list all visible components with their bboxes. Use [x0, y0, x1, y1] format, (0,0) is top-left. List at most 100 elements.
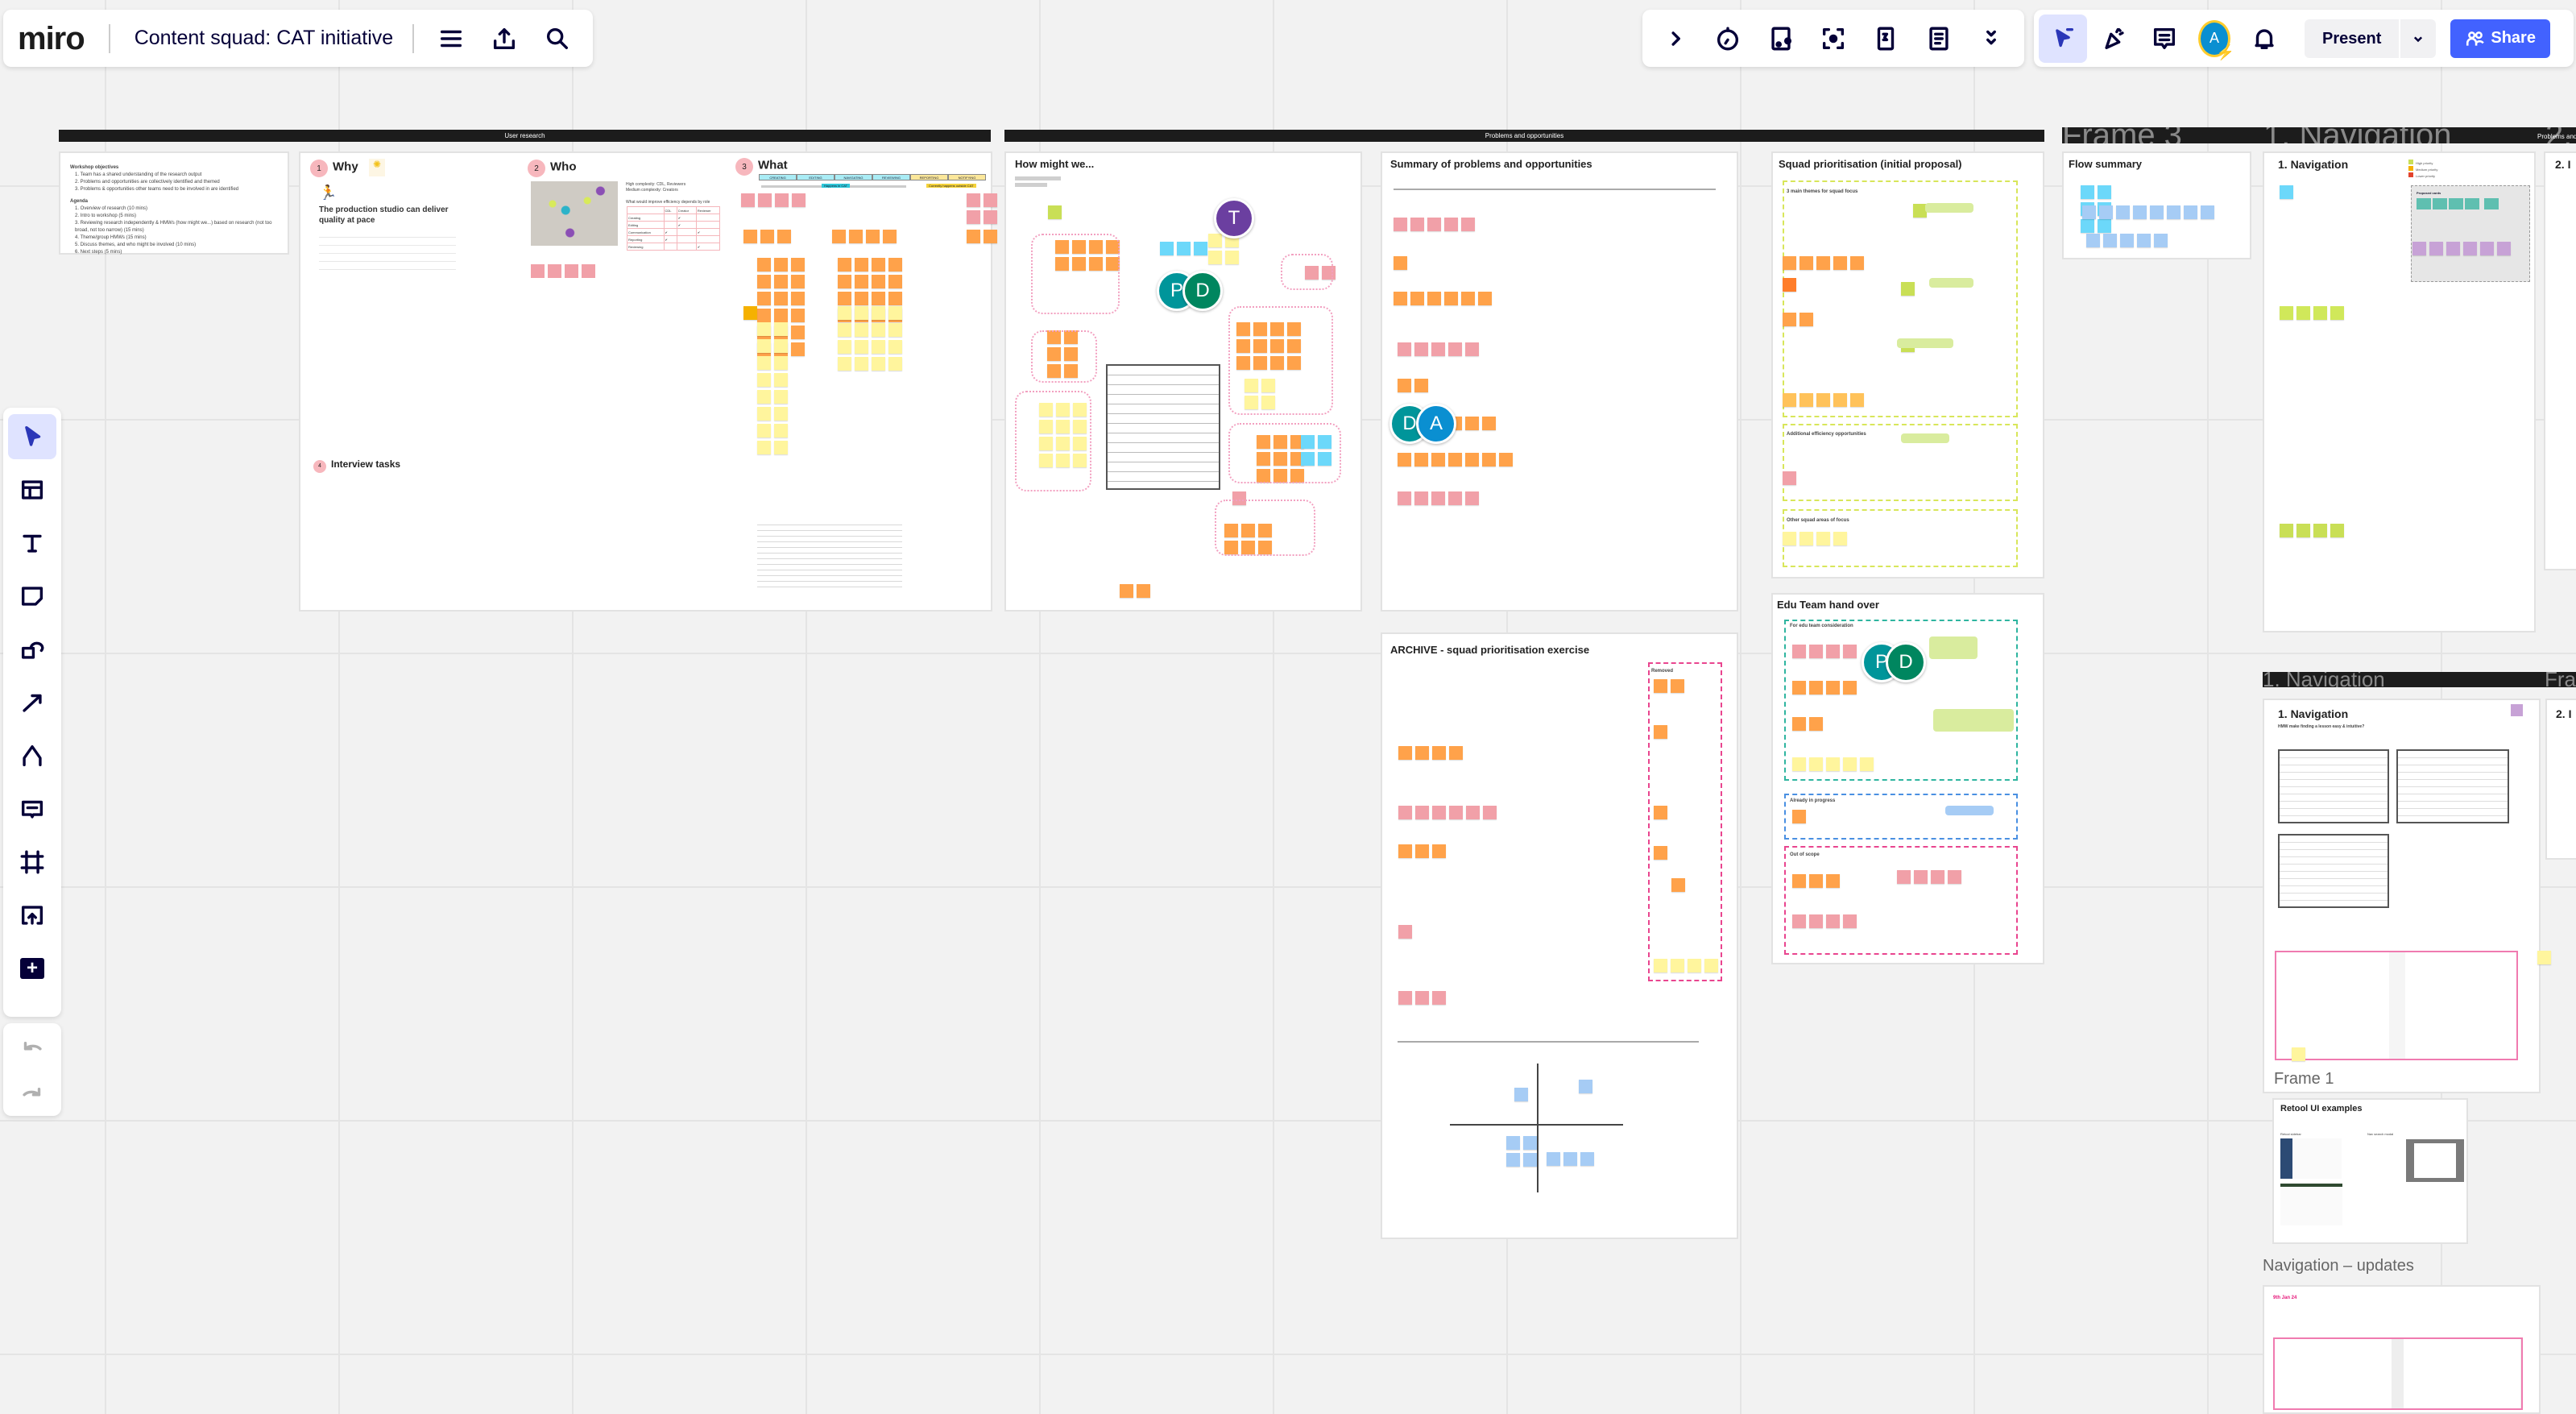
sticky-note[interactable]	[1901, 282, 1915, 296]
sticky-note[interactable]	[855, 275, 868, 288]
sticky-note[interactable]	[2537, 951, 2551, 964]
sticky-note[interactable]	[1843, 645, 1857, 658]
sticky-note[interactable]	[967, 210, 980, 224]
sticky-note[interactable]	[2313, 306, 2327, 320]
sticky-note[interactable]	[1432, 991, 1446, 1005]
sticky-note[interactable]	[1809, 681, 1823, 695]
sticky-note[interactable]	[2081, 185, 2094, 199]
sticky-note[interactable]	[1826, 757, 1840, 771]
sticky-note[interactable]	[1398, 806, 1412, 819]
sticky-note[interactable]	[774, 373, 788, 387]
sticky-note[interactable]	[2086, 234, 2100, 247]
sticky-note[interactable]	[2120, 234, 2134, 247]
sticky-note[interactable]	[774, 322, 788, 336]
sticky-note[interactable]	[757, 275, 771, 288]
sticky-note[interactable]	[2184, 205, 2197, 219]
bell-icon[interactable]	[2242, 16, 2287, 61]
sticky-note[interactable]	[758, 193, 772, 207]
sticky-note[interactable]	[1506, 1136, 1520, 1150]
sticky-note[interactable]	[2497, 242, 2511, 255]
sticky-note[interactable]	[1816, 256, 1830, 270]
sticky-note[interactable]	[1783, 393, 1796, 407]
sticky-note[interactable]	[774, 339, 788, 353]
video-icon[interactable]	[1758, 16, 1804, 61]
sticky-note[interactable]	[1671, 679, 1684, 693]
sticky-note[interactable]	[866, 230, 880, 243]
sticky-note[interactable]	[1654, 679, 1667, 693]
sticky-note[interactable]	[1432, 746, 1446, 760]
present-button[interactable]: Present	[2305, 19, 2399, 58]
sticky-note[interactable]	[1792, 874, 1806, 888]
sticky-note[interactable]	[967, 193, 980, 207]
sticky-note[interactable]	[741, 193, 755, 207]
sticky-note[interactable]	[2098, 185, 2111, 199]
sticky-note[interactable]	[838, 357, 851, 371]
comments-icon[interactable]	[2142, 16, 2187, 61]
board-title[interactable]: Content squad: CAT initiative	[135, 27, 393, 50]
sticky-note[interactable]	[838, 340, 851, 354]
sticky-note[interactable]	[1654, 959, 1667, 972]
sticky-note[interactable]	[1160, 242, 1174, 255]
sticky-note[interactable]	[872, 306, 885, 320]
pen-icon[interactable]	[10, 733, 55, 778]
sticky-note[interactable]	[1809, 914, 1823, 928]
chevrons-down-icon[interactable]	[1969, 16, 2014, 61]
sticky-note[interactable]	[791, 258, 805, 272]
sticky-note[interactable]	[1208, 251, 1222, 264]
sticky-note[interactable]	[791, 292, 805, 305]
sticky-note[interactable]	[1398, 491, 1411, 505]
sticky-note[interactable]	[1431, 453, 1445, 466]
sticky-note[interactable]	[1398, 453, 1411, 466]
sticky-note[interactable]	[1514, 1088, 1528, 1101]
sticky-note[interactable]	[1465, 417, 1479, 430]
sticky-note[interactable]	[757, 373, 771, 387]
sticky-note[interactable]	[1547, 1152, 1560, 1166]
sticky-note[interactable]	[774, 258, 788, 272]
sticky-note[interactable]	[1427, 292, 1441, 305]
sticky-note[interactable]	[1465, 453, 1479, 466]
miro-logo[interactable]: miro	[18, 23, 85, 55]
sticky-note[interactable]	[872, 357, 885, 371]
sticky-note[interactable]	[1948, 870, 1961, 884]
sticky-note[interactable]	[1499, 453, 1513, 466]
sticky-note[interactable]	[2137, 234, 2151, 247]
sticky-note[interactable]	[1523, 1153, 1537, 1167]
sticky-note[interactable]	[757, 339, 771, 353]
sticky-note[interactable]	[838, 306, 851, 320]
sticky-note[interactable]	[1799, 532, 1813, 545]
menu-icon[interactable]	[429, 16, 474, 61]
sticky-note[interactable]	[1671, 878, 1685, 892]
sticky-note[interactable]	[791, 309, 805, 322]
sticky-note[interactable]	[1208, 234, 1222, 247]
sticky-note[interactable]	[1799, 313, 1813, 326]
sticky-note[interactable]	[1897, 870, 1911, 884]
sticky-note[interactable]	[1398, 844, 1412, 858]
sticky-note[interactable]	[1120, 584, 1133, 598]
sticky-note[interactable]	[1833, 393, 1847, 407]
sticky-note[interactable]	[1194, 242, 1207, 255]
sticky-note[interactable]	[2280, 524, 2293, 537]
sticky-note[interactable]	[1410, 292, 1424, 305]
sticky-note[interactable]	[2280, 306, 2293, 320]
sticky-note[interactable]	[1843, 757, 1857, 771]
sticky-note[interactable]	[2133, 205, 2147, 219]
sticky-note[interactable]	[743, 306, 757, 320]
sticky-note[interactable]	[872, 340, 885, 354]
sticky-note[interactable]	[838, 258, 851, 272]
sticky-note[interactable]	[2463, 242, 2477, 255]
sticky-note[interactable]	[1792, 757, 1806, 771]
screen-capture-icon[interactable]	[1811, 16, 1856, 61]
sticky-note[interactable]	[1783, 471, 1796, 485]
sticky-note[interactable]	[1809, 757, 1823, 771]
sticky-note[interactable]	[757, 441, 771, 454]
shapes-icon[interactable]	[10, 627, 55, 672]
sticky-note[interactable]	[757, 424, 771, 437]
sticky-note[interactable]	[984, 210, 997, 224]
sticky-note[interactable]	[1448, 342, 1462, 356]
sticky-note[interactable]	[1809, 645, 1823, 658]
sticky-note[interactable]	[855, 323, 868, 337]
sticky-note[interactable]	[2313, 524, 2327, 537]
sticky-note[interactable]	[743, 230, 757, 243]
sticky-note[interactable]	[1448, 453, 1462, 466]
sticky-note[interactable]	[984, 230, 997, 243]
